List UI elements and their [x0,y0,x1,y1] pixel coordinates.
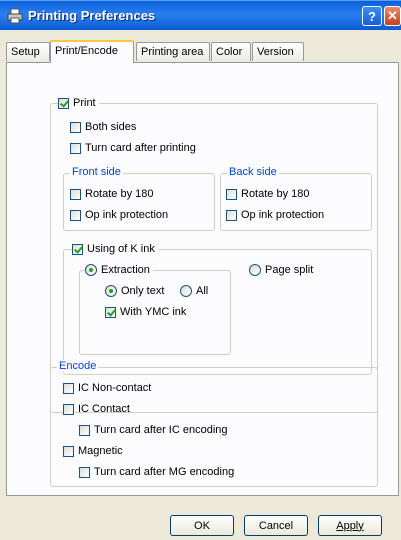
turn-after-printing-checkbox[interactable]: Turn card after printing [70,141,196,155]
back-rotate-label: Rotate by 180 [241,188,310,200]
front-op-ink-label: Op ink protection [85,209,169,221]
cancel-button[interactable]: Cancel [244,515,308,536]
tab-printing-area[interactable]: Printing area [136,42,210,61]
only-text-radio-circle [105,285,117,297]
both-sides-box [70,121,81,133]
ic-contact-checkbox[interactable]: IC Contact [63,402,130,416]
back-rotate-checkbox[interactable]: Rotate by 180 [226,187,310,201]
turn-after-ic-box [79,424,90,436]
k-ink-label: Using of K ink [87,243,155,255]
magnetic-box [63,445,74,457]
with-ymc-ink-label: With YMC ink [120,306,187,318]
back-op-ink-box [226,209,237,221]
tab-label: Print/Encode [55,45,118,57]
close-button[interactable]: ✕ [384,6,401,26]
tab-version[interactable]: Version [252,42,304,61]
back-side-title: Back side [227,166,279,178]
front-rotate-checkbox[interactable]: Rotate by 180 [70,187,154,201]
encode-title: Encode [57,360,99,372]
help-button[interactable]: ? [362,6,382,26]
front-side-title: Front side [70,166,123,178]
tab-setup[interactable]: Setup [6,42,50,61]
turn-after-printing-label: Turn card after printing [85,142,196,154]
front-side-group: Front side [63,166,215,231]
tab-panel-print-encode: Print Both sides Turn card after printin… [6,62,399,496]
help-icon: ? [368,8,376,24]
turn-after-ic-checkbox[interactable]: Turn card after IC encoding [79,423,228,437]
k-ink-checkbox[interactable]: Using of K ink [72,242,158,256]
only-text-radio[interactable]: Only text [105,284,164,298]
close-icon: ✕ [387,8,398,23]
extraction-label: Extraction [101,264,150,276]
magnetic-checkbox[interactable]: Magnetic [63,444,123,458]
print-label: Print [73,97,96,109]
back-op-ink-label: Op ink protection [241,209,325,221]
turn-after-mg-label: Turn card after MG encoding [94,466,235,478]
front-rotate-label: Rotate by 180 [85,188,154,200]
print-check-box [58,97,69,109]
all-radio-circle [180,285,192,297]
k-ink-box [72,243,83,255]
magnetic-label: Magnetic [78,445,123,457]
ic-contact-box [63,403,74,415]
dialog-body: Setup Print/Encode Printing area Color V… [0,30,401,540]
front-op-ink-checkbox[interactable]: Op ink protection [70,208,168,222]
apply-button[interactable]: Apply [318,515,382,536]
with-ymc-ink-box [105,306,116,318]
print-checkbox[interactable]: Print [58,96,99,110]
turn-after-printing-box [70,142,81,154]
tab-label: Version [257,46,294,58]
both-sides-label: Both sides [85,121,137,133]
all-label: All [196,285,209,297]
printer-icon [6,7,24,25]
ok-button[interactable]: OK [170,515,234,536]
ic-noncontact-label: IC Non-contact [78,382,152,394]
turn-after-mg-checkbox[interactable]: Turn card after MG encoding [79,465,234,479]
back-rotate-box [226,188,237,200]
all-radio[interactable]: All [180,284,208,298]
both-sides-checkbox[interactable]: Both sides [70,120,136,134]
ic-noncontact-checkbox[interactable]: IC Non-contact [63,381,151,395]
window-title: Printing Preferences [28,8,156,23]
ok-label: OK [194,519,210,532]
tab-color[interactable]: Color [211,42,251,61]
extraction-radio[interactable]: Extraction [85,263,153,277]
tab-label: Printing area [141,46,204,58]
back-side-group: Back side [220,166,372,231]
tab-print-encode[interactable]: Print/Encode [50,40,134,63]
with-ymc-ink-checkbox[interactable]: With YMC ink [105,305,186,319]
turn-after-ic-label: Turn card after IC encoding [94,424,228,436]
tab-label: Color [216,46,243,58]
front-op-ink-box [70,209,81,221]
ic-contact-label: IC Contact [78,403,130,415]
ic-noncontact-box [63,382,74,394]
turn-after-mg-box [79,466,90,478]
page-split-label: Page split [265,264,314,276]
only-text-label: Only text [121,285,165,297]
tab-label: Setup [11,46,40,58]
page-split-radio-circle [249,264,261,276]
cancel-label: Cancel [258,519,294,532]
extraction-radio-circle [85,264,97,276]
apply-label: Apply [336,519,364,532]
back-op-ink-checkbox[interactable]: Op ink protection [226,208,324,222]
page-split-radio[interactable]: Page split [249,263,313,277]
front-rotate-box [70,188,81,200]
title-bar: Printing Preferences ? ✕ [0,0,401,30]
